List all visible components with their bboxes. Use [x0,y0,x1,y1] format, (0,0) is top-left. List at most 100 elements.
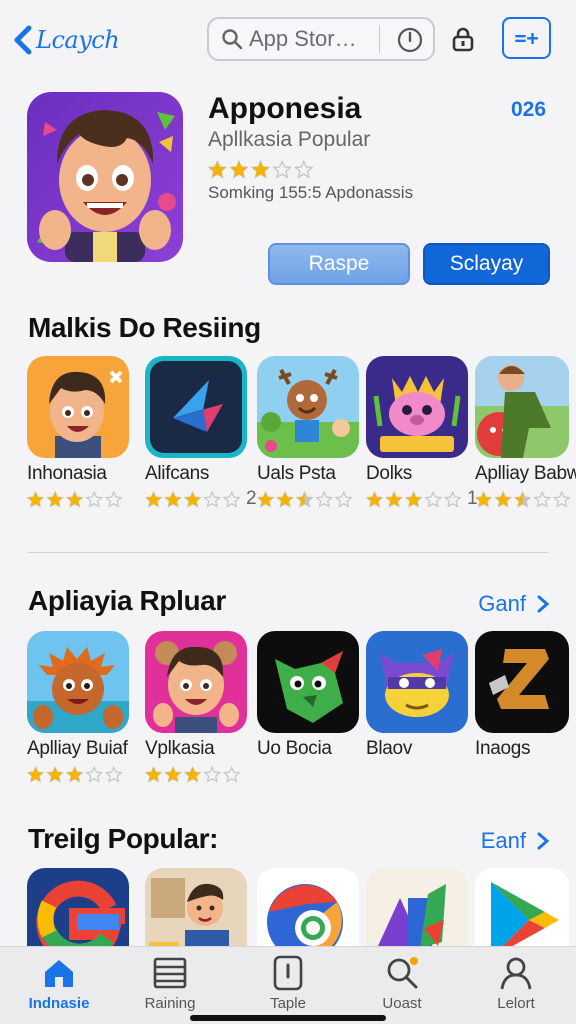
star-icon [104,765,123,783]
app-icon [475,631,569,733]
star-icon [164,490,182,508]
app-rating: 2 [145,488,257,510]
app-rating: 1 [366,488,478,510]
star-icon [443,490,462,508]
app-card[interactable]: Aplliay Babwo [475,356,576,510]
app-icon [475,356,569,458]
star-rating [145,490,242,508]
app-icon [27,631,129,733]
app-card[interactable]: Dolks 1 [366,356,478,510]
app-icon [145,631,247,733]
primary-action-button[interactable]: Sclayay [423,243,550,285]
app-card[interactable]: Vplkasia [145,631,255,785]
star-icon [145,490,163,508]
app-name: Alifcans [145,463,210,484]
add-button[interactable]: =+ [502,17,551,59]
tab-taple[interactable]: Taple [233,955,343,1012]
tab-raining[interactable]: Raining [115,955,225,1012]
top-bar: Lcaych =+ [0,0,576,80]
tab-uoast[interactable]: Uoast [347,955,457,1012]
back-label: Lcaych [36,26,120,54]
star-rating-svg [145,765,241,783]
app-card[interactable]: Inaogs [475,631,576,760]
star-icon [222,490,241,508]
tab-label: Indnasie [28,995,90,1012]
star-icon [229,159,249,179]
star-icon [85,765,104,783]
app-card[interactable]: Uals Psta [257,356,367,510]
add-icon: =+ [514,26,539,50]
chevron-right-icon [537,595,550,613]
featured-app-title: Apponesia [208,92,362,125]
star-rating-svg [208,159,314,179]
star-icon [293,159,314,179]
app-name: Blaov [366,738,413,759]
star-icon [276,490,294,508]
star-icon [27,765,45,783]
star-icon [250,159,271,179]
lock-icon[interactable] [450,26,476,52]
star-icon [183,490,202,508]
star-icon [65,490,84,508]
app-card[interactable]: Aplliay Buiaf [27,631,137,785]
app-rating [475,488,576,510]
star-icon [404,490,423,508]
star-icon [257,490,275,508]
star-icon [334,490,353,508]
star-rating-svg [475,490,571,508]
tab-label: Raining [144,995,196,1012]
featured-app-count: 026 [511,98,547,121]
star-rating-svg [366,490,462,508]
star-icon [104,490,123,508]
mic-icon[interactable] [397,27,423,53]
search-icon [387,957,418,989]
person-icon [500,957,532,990]
app-card[interactable]: Blaov [366,631,476,760]
star-icon [203,490,222,508]
star-icon [494,490,512,508]
tab-home[interactable]: Indnasie [4,955,114,1012]
app-rating [257,488,367,510]
app-icon [145,356,247,458]
app-name: Uo Bocia [257,738,332,759]
app-rating [27,763,137,785]
star-rating-svg [145,490,241,508]
app-rating [145,763,255,785]
featured-app-meta: Somking 155:5 Apdonassis [208,183,414,202]
chevron-right-icon [537,832,550,850]
secondary-action-button[interactable]: Raspe [268,243,410,285]
see-all-link[interactable]: Ganf [478,591,550,617]
star-icon [424,490,443,508]
app-name: Vplkasia [145,738,215,759]
see-all-label: Eanf [480,828,526,853]
star-icon [315,490,334,508]
see-all-link[interactable]: Eanf [481,828,550,854]
star-icon [552,490,571,508]
section-divider [28,552,548,553]
app-name: Uals Psta [257,463,336,484]
tab-label: Lelort [497,995,535,1012]
featured-app-icon[interactable] [27,92,183,262]
star-rating [366,490,463,508]
star-icon [85,490,104,508]
search-divider [379,25,380,53]
star-icon [272,159,292,179]
app-rating [27,488,137,510]
tab-lelort[interactable]: Lelort [461,955,571,1012]
star-icon [295,490,314,508]
section-title: Apliayia Rpluar [28,585,226,616]
search-icon [222,29,243,50]
star-icon [513,490,532,508]
app-name: Inaogs [475,738,531,759]
star-icon [208,159,228,179]
app-card[interactable]: Uo Bocia [257,631,367,760]
app-card[interactable]: Alifcans 2 [145,356,257,510]
tab-label: Taple [270,995,306,1012]
app-name: Dolks [366,463,413,484]
star-rating-svg [257,490,353,508]
app-card[interactable]: Inhonasia [27,356,137,510]
section-title: Malkis Do Resiing [28,312,261,343]
search-input[interactable] [249,26,377,52]
back-button[interactable]: Lcaych [12,20,120,60]
search-box[interactable] [207,17,435,61]
